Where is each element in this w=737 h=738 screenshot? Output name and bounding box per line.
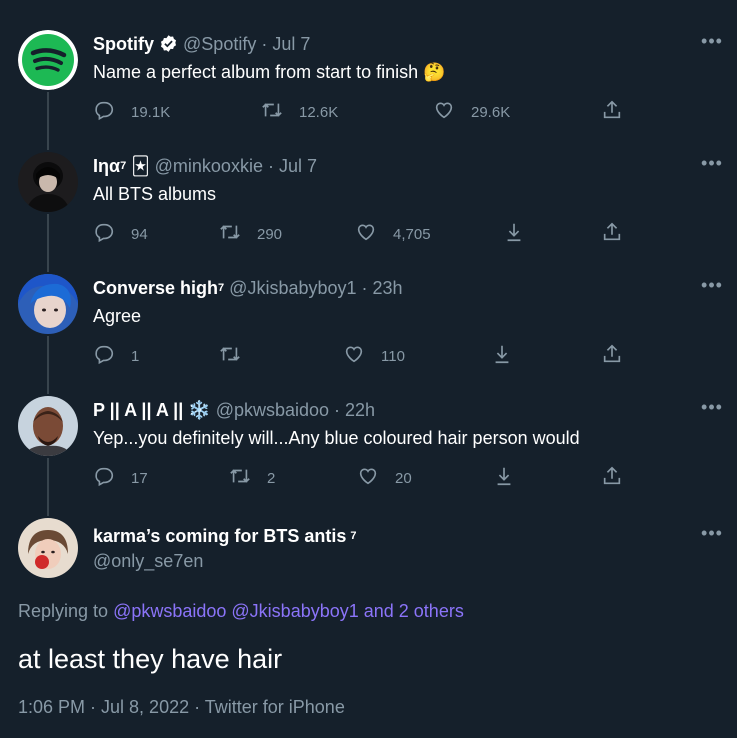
snowflake-emoji-icon: ❄️ [188, 400, 211, 420]
handle-and-time[interactable]: @pkwsbaidoo · 22h [216, 400, 375, 420]
tweet-header: P || A || A || ❄️ @pkwsbaidoo · 22h [93, 399, 375, 421]
avatar[interactable] [18, 518, 78, 578]
retweet-button[interactable] [219, 344, 257, 368]
more-icon[interactable]: ••• [701, 398, 723, 424]
display-name[interactable]: karma’s coming for BTS antis [93, 526, 346, 546]
tweet[interactable]: Spotify @Spotify · Jul 7 ••• Name a perf… [0, 0, 737, 140]
retweet-icon [219, 343, 241, 369]
reply-button[interactable]: 17 [93, 466, 148, 490]
download-button[interactable] [503, 222, 525, 246]
tweet-actions: 19.1K 12.6K 29.6K [93, 100, 633, 124]
share-icon [601, 221, 623, 247]
heart-icon [343, 343, 365, 369]
heart-icon [433, 99, 455, 125]
avatar[interactable] [18, 152, 78, 212]
tweet-header: karma’s coming for BTS antis 7 [93, 525, 357, 547]
share-button[interactable] [601, 344, 623, 368]
reply-count: 94 [131, 225, 148, 243]
retweet-icon [229, 465, 251, 491]
reply-count: 1 [131, 347, 140, 365]
share-icon [601, 465, 623, 491]
reply-icon [93, 465, 115, 491]
more-icon[interactable]: ••• [701, 524, 723, 550]
reply-button[interactable]: 94 [93, 222, 148, 246]
reply-button[interactable]: 1 [93, 344, 139, 368]
display-name[interactable]: P || A || A || [93, 400, 183, 420]
like-count: 20 [395, 469, 412, 487]
replying-prefix: Replying to [18, 601, 109, 621]
tweet-header: Spotify @Spotify · Jul 7 [93, 33, 310, 55]
handle-and-time[interactable]: @Jkisbabyboy1 · 23h [229, 278, 402, 298]
display-name[interactable]: Spotify [93, 34, 154, 54]
retweet-icon [219, 221, 241, 247]
retweet-button[interactable]: 12.6K [261, 100, 338, 124]
share-button[interactable] [601, 222, 623, 246]
display-name[interactable]: Iηα [93, 156, 120, 176]
like-count: 4,705 [393, 225, 431, 243]
share-icon [601, 343, 623, 369]
name-superscript: 7 [120, 160, 127, 172]
retweet-icon [261, 99, 283, 125]
tweet-text: Agree [93, 306, 142, 326]
share-button[interactable] [601, 466, 623, 490]
tweet-header: Converse high7 @Jkisbabyboy1 · 23h [93, 277, 403, 299]
download-button[interactable] [493, 466, 515, 490]
tweet-thread: Spotify @Spotify · Jul 7 ••• Name a perf… [0, 0, 737, 738]
tweet[interactable]: P || A || A || ❄️ @pkwsbaidoo · 22h ••• … [0, 384, 737, 506]
handle-text[interactable]: @only_se7en [93, 551, 203, 571]
tweet-text: Name a perfect album from start to finis… [93, 62, 446, 82]
download-button[interactable] [491, 344, 513, 368]
tweet-text: Yep...you definitely will...Any blue col… [93, 428, 580, 448]
tweet-actions: 17 2 20 [93, 466, 633, 490]
share-icon [601, 99, 623, 125]
reply-icon [93, 221, 115, 247]
avatar[interactable] [18, 396, 78, 456]
like-button[interactable]: 4,705 [355, 222, 431, 246]
tweet[interactable]: Converse high7 @Jkisbabyboy1 · 23h ••• A… [0, 262, 737, 384]
like-count: 110 [381, 347, 405, 365]
replying-mentions-link[interactable]: @pkwsbaidoo @Jkisbabyboy1 and 2 others [113, 601, 464, 621]
tweet[interactable]: Iηα7 🃏 @minkooxkie · Jul 7 ••• All BTS a… [0, 140, 737, 262]
replying-to: Replying to @pkwsbaidoo @Jkisbabyboy1 an… [18, 601, 464, 622]
name-superscript: 7 [350, 530, 357, 542]
tweet-actions: 1 110 [93, 344, 633, 368]
handle: @only_se7en [93, 550, 203, 572]
more-icon[interactable]: ••• [701, 32, 723, 58]
like-button[interactable]: 110 [343, 344, 405, 368]
tweet-timestamp[interactable]: 1:06 PM · Jul 8, 2022 · Twitter for iPho… [18, 697, 345, 718]
more-icon[interactable]: ••• [701, 276, 723, 302]
main-tweet-text: at least they have hair [18, 644, 283, 674]
handle-and-time[interactable]: @Spotify · Jul 7 [183, 34, 310, 54]
heart-icon [357, 465, 379, 491]
download-icon [503, 221, 525, 247]
download-icon [493, 465, 515, 491]
avatar-spotify[interactable] [18, 30, 78, 90]
verified-badge-icon [159, 34, 178, 54]
reply-button[interactable]: 19.1K [93, 100, 170, 124]
retweet-button[interactable]: 2 [229, 466, 275, 490]
avatar[interactable] [18, 274, 78, 334]
download-icon [491, 343, 513, 369]
share-button[interactable] [601, 100, 623, 124]
reply-count: 17 [131, 469, 148, 487]
joker-emoji-icon: 🃏 [131, 156, 150, 176]
retweet-button[interactable]: 290 [219, 222, 282, 246]
display-name[interactable]: Converse high [93, 278, 218, 298]
tweet-header: Iηα7 🃏 @minkooxkie · Jul 7 [93, 155, 317, 177]
handle-and-time[interactable]: @minkooxkie · Jul 7 [155, 156, 317, 176]
tweet-actions: 94 290 4,705 [93, 222, 633, 246]
retweet-count: 290 [257, 225, 283, 243]
like-button[interactable]: 20 [357, 466, 412, 490]
name-superscript: 7 [218, 282, 225, 294]
like-button[interactable]: 29.6K [433, 100, 510, 124]
reply-count: 19.1K [131, 103, 171, 121]
tweet-text: All BTS albums [93, 184, 217, 204]
retweet-count: 2 [267, 469, 276, 487]
heart-icon [355, 221, 377, 247]
reply-icon [93, 99, 115, 125]
reply-icon [93, 343, 115, 369]
like-count: 29.6K [471, 103, 511, 121]
retweet-count: 12.6K [299, 103, 339, 121]
more-icon[interactable]: ••• [701, 154, 723, 180]
